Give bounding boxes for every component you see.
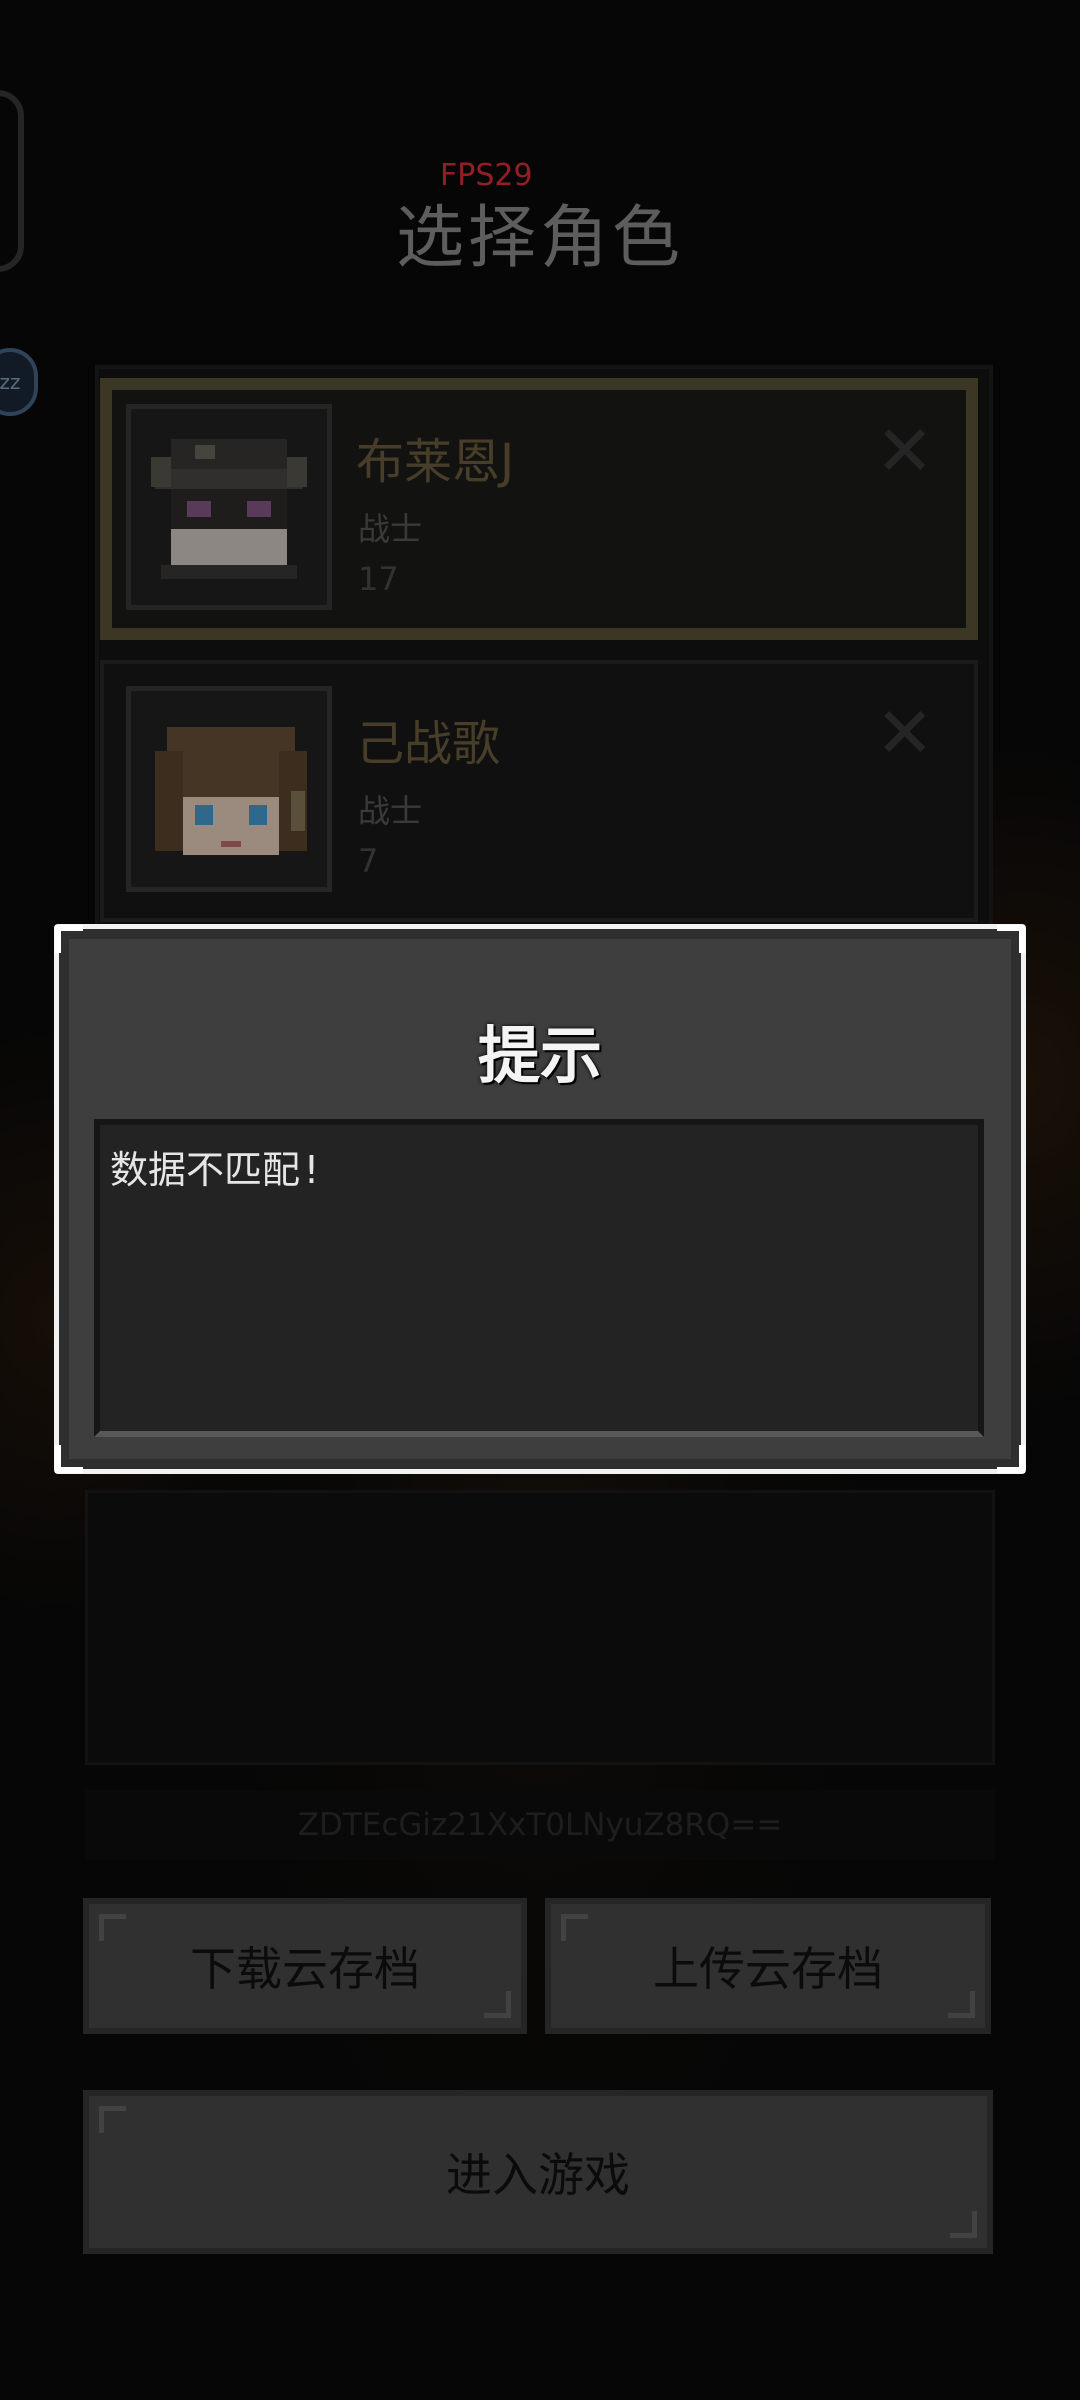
dialog-title: 提示: [477, 1019, 602, 1092]
dialog-message: 数据不匹配!: [94, 1119, 984, 1437]
alert-dialog: 提示 数据不匹配!: [54, 924, 1026, 1474]
dialog-corner: [55, 925, 83, 953]
dialog-corner: [997, 1445, 1025, 1473]
dialog-corner: [55, 1445, 83, 1473]
dialog-corner: [997, 925, 1025, 953]
